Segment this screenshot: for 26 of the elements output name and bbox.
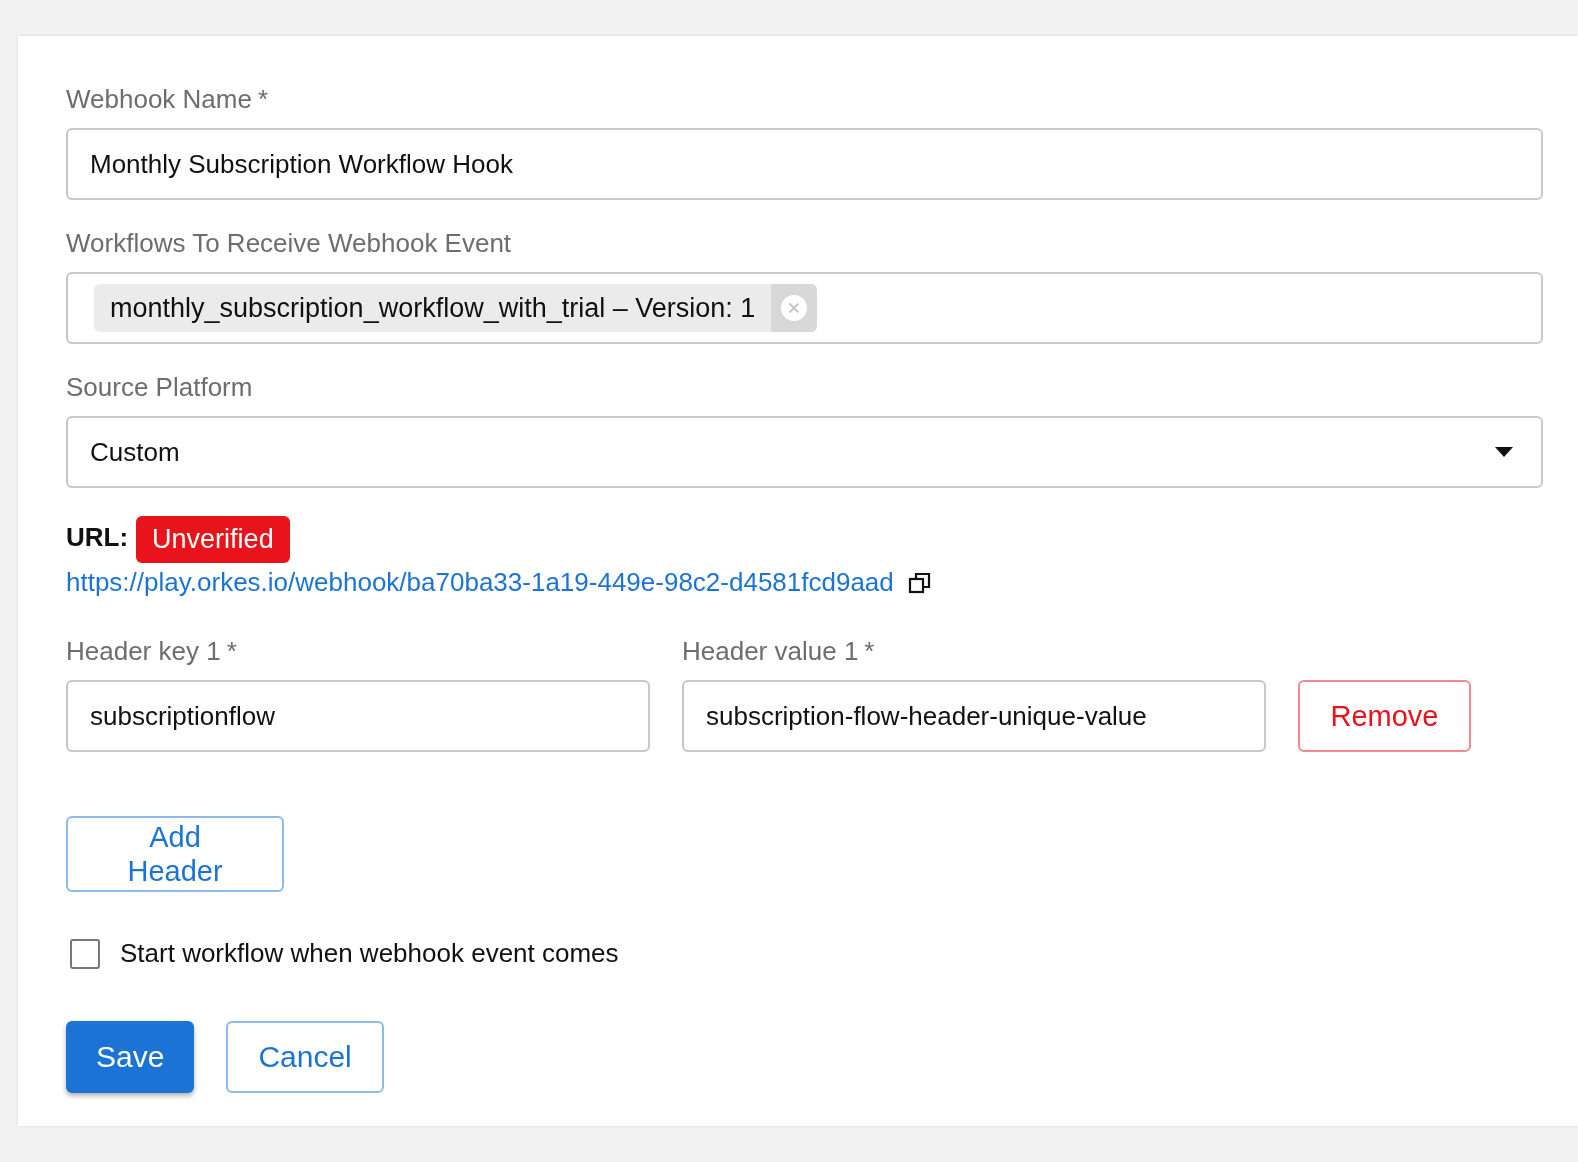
chip-label: monthly_subscription_workflow_with_trial – Version: 1 xyxy=(109,291,757,325)
field-label: Workflows To Receive Webhook Event xyxy=(66,228,512,258)
header-value-field[interactable]: subscription-flow-header-unique-value xyxy=(682,680,1266,752)
status-badge: Unverified xyxy=(136,516,290,563)
field-label: Header key 1 xyxy=(66,636,221,666)
field-label: Header value 1 xyxy=(682,636,859,666)
dropdown-caret-icon xyxy=(1495,447,1513,457)
checkbox-label: Start workflow when webhook event comes xyxy=(120,938,619,969)
required-mark: * xyxy=(257,84,269,114)
required-mark: * xyxy=(226,636,237,666)
remove-button[interactable]: Remove xyxy=(1298,680,1471,752)
close-icon xyxy=(781,295,808,321)
field-label: Source Platform xyxy=(66,372,253,402)
cancel-button[interactable]: Cancel xyxy=(226,1021,384,1093)
field-label: Webhook Name xyxy=(66,84,252,114)
webhook-name-field[interactable]: Monthly Subscription Workflow Hook xyxy=(66,128,1543,200)
header-key-field[interactable]: subscriptionflow xyxy=(66,680,650,752)
add-header-button[interactable]: Add Header xyxy=(66,816,284,892)
webhook-url-link[interactable]: https://play.orkes.io/webhook/ba70ba33-1a19-449e-98c2-d4581fcd9aad xyxy=(66,567,894,598)
save-button[interactable]: Save xyxy=(66,1021,195,1093)
source-platform-select[interactable]: Custom xyxy=(66,416,1543,488)
workflows-field[interactable]: monthly_subscription_workflow_with_trial – Version: 1 xyxy=(66,272,1543,344)
checkbox[interactable] xyxy=(70,938,100,969)
copy-icon[interactable] xyxy=(907,570,932,595)
url-label: URL: xyxy=(66,522,129,553)
required-mark: * xyxy=(864,636,875,666)
